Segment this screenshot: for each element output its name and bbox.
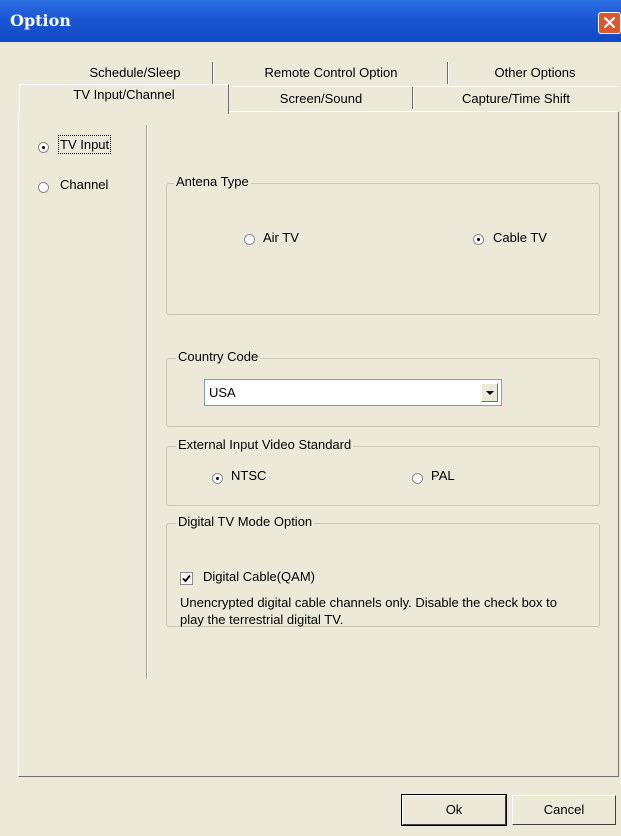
tab-schedule-sleep[interactable]: Schedule/Sleep bbox=[60, 61, 210, 86]
close-icon bbox=[603, 16, 616, 29]
antenna-type-title: Antena Type bbox=[174, 174, 251, 189]
antenna-type-group bbox=[166, 183, 600, 315]
tab-label: Other Options bbox=[494, 65, 576, 80]
digital-tv-title: Digital TV Mode Option bbox=[176, 514, 315, 529]
cancel-button[interactable]: Cancel bbox=[512, 795, 616, 825]
pal-radio[interactable] bbox=[412, 473, 423, 484]
cable-tv-radio[interactable] bbox=[473, 234, 484, 245]
country-code-value: USA bbox=[209, 385, 236, 400]
ntsc-radio[interactable] bbox=[212, 473, 223, 484]
tv-input-label[interactable]: TV Input bbox=[57, 135, 112, 154]
close-button[interactable] bbox=[598, 12, 621, 34]
tv-input-radio[interactable] bbox=[38, 142, 49, 153]
channel-radio[interactable] bbox=[38, 182, 49, 193]
panel-divider bbox=[146, 125, 148, 679]
cable-tv-label[interactable]: Cable TV bbox=[493, 230, 547, 245]
option-dialog: Option Schedule/Sleep Remote Control Opt… bbox=[0, 0, 621, 836]
tab-capture-time-shift[interactable]: Capture/Time Shift bbox=[414, 86, 618, 111]
ok-button[interactable]: Ok bbox=[401, 794, 507, 826]
digital-cable-checkbox[interactable] bbox=[180, 572, 193, 585]
tab-label: TV Input/Channel bbox=[73, 87, 175, 102]
air-tv-label[interactable]: Air TV bbox=[263, 230, 299, 245]
tab-remote-control-option[interactable]: Remote Control Option bbox=[218, 61, 444, 86]
tab-divider bbox=[447, 62, 449, 84]
video-standard-title: External Input Video Standard bbox=[176, 437, 354, 452]
title-bar[interactable]: Option bbox=[0, 0, 621, 42]
tab-screen-sound[interactable]: Screen/Sound bbox=[232, 86, 410, 111]
air-tv-radio[interactable] bbox=[244, 234, 255, 245]
tab-label: Capture/Time Shift bbox=[462, 91, 570, 106]
checkmark-icon bbox=[182, 574, 191, 583]
tab-label: Remote Control Option bbox=[264, 65, 398, 80]
country-code-select[interactable]: USA bbox=[204, 379, 502, 406]
ntsc-label[interactable]: NTSC bbox=[231, 468, 266, 483]
digital-cable-label[interactable]: Digital Cable(QAM) bbox=[203, 569, 315, 584]
chevron-down-icon[interactable] bbox=[481, 383, 498, 402]
pal-label[interactable]: PAL bbox=[431, 468, 455, 483]
country-code-title: Country Code bbox=[176, 349, 261, 364]
tab-divider bbox=[212, 62, 214, 84]
tab-other-options[interactable]: Other Options bbox=[452, 61, 618, 86]
tab-label: Screen/Sound bbox=[279, 91, 363, 106]
digital-tv-description: Unencrypted digital cable channels only.… bbox=[180, 595, 557, 627]
tab-tv-input-channel[interactable]: TV Input/Channel bbox=[19, 84, 229, 114]
channel-label[interactable]: Channel bbox=[60, 177, 108, 192]
window-title: Option bbox=[10, 11, 71, 30]
tab-label: Schedule/Sleep bbox=[89, 65, 181, 80]
